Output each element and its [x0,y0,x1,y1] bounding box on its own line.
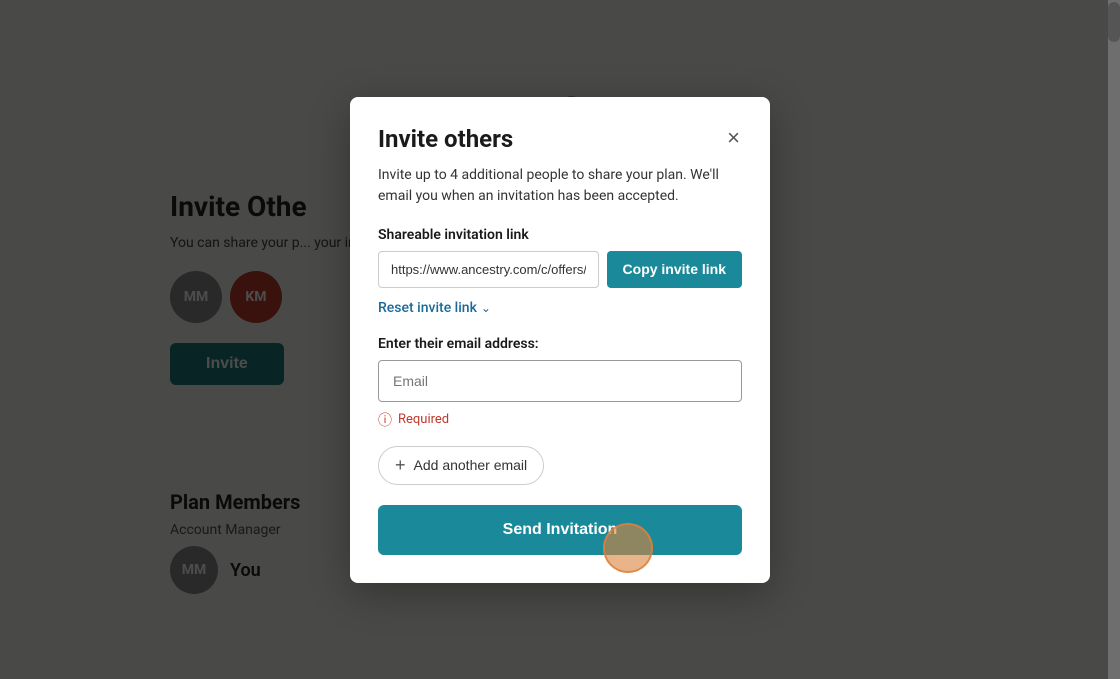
reset-invite-row: Reset invite link ⌄ [378,300,742,316]
invite-others-modal: Invite others × Invite up to 4 additiona… [350,97,770,583]
modal-title: Invite others [378,125,513,153]
modal-description: Invite up to 4 additional people to shar… [378,165,742,207]
required-message-row: ⓘ Required [378,410,742,430]
send-invitation-button[interactable]: Send Invitation [378,505,742,555]
invite-link-row: Copy invite link [378,251,742,288]
modal-header: Invite others × [378,125,742,153]
required-icon: ⓘ [378,410,392,430]
copy-invite-button[interactable]: Copy invite link [607,251,742,288]
required-text: Required [398,412,449,427]
add-email-button[interactable]: + Add another email [378,446,544,485]
email-section-label: Enter their email address: [378,336,742,352]
reset-invite-link[interactable]: Reset invite link [378,300,477,316]
chevron-down-icon: ⌄ [481,301,491,315]
invite-link-input[interactable] [378,251,599,288]
plus-icon: + [395,455,406,476]
add-email-label: Add another email [414,457,528,473]
shareable-link-label: Shareable invitation link [378,227,742,243]
email-input[interactable] [378,360,742,402]
close-button[interactable]: × [725,125,742,151]
